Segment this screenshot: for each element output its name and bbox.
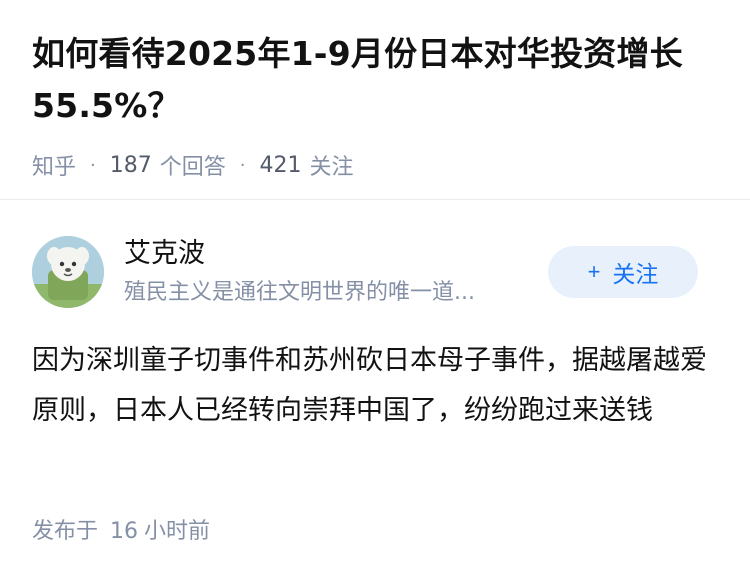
- question-title[interactable]: 如何看待2025年1-9月份日本对华投资增长55.5%？: [32, 28, 722, 132]
- follower-count-label[interactable]: 关注: [310, 149, 354, 181]
- follower-count: 421: [259, 152, 302, 178]
- answer-timestamp: 发布于 16 小时前: [32, 516, 210, 548]
- avatar-image: [32, 236, 104, 308]
- answer-count-label[interactable]: 个回答: [160, 149, 226, 181]
- meta-separator: ·: [90, 154, 96, 176]
- section-divider: [0, 199, 750, 200]
- time-prefix: 发布于: [32, 519, 99, 544]
- meta-separator: ·: [239, 154, 246, 176]
- question-meta: 知乎 · 187 个回答 · 421 关注: [32, 149, 722, 181]
- author-bio: 殖民主义是通往文明世界的唯一道...: [124, 280, 475, 305]
- answer-content[interactable]: 因为深圳童子切事件和苏州砍日本母子事件，据越屠越爱原则，日本人已经转向崇拜中国了…: [32, 336, 722, 436]
- avatar[interactable]: [32, 236, 104, 308]
- zhihu-answer-page: 如何看待2025年1-9月份日本对华投资增长55.5%？ 知乎 · 187 个回…: [0, 0, 750, 586]
- author-name[interactable]: 艾克波: [124, 236, 205, 272]
- follow-button-label: 关注: [612, 261, 659, 287]
- question-header: 如何看待2025年1-9月份日本对华投资增长55.5%？ 知乎 · 187 个回…: [32, 28, 722, 180]
- answer-count: 187: [109, 152, 152, 178]
- time-unit: 小时前: [144, 519, 211, 544]
- time-value: 16: [110, 519, 139, 544]
- plus-icon: +: [587, 259, 601, 284]
- source-label[interactable]: 知乎: [32, 149, 76, 181]
- follow-button[interactable]: + 关注: [548, 246, 698, 298]
- answer-author-row: 艾克波 殖民主义是通往文明世界的唯一道... + 关注: [32, 236, 718, 310]
